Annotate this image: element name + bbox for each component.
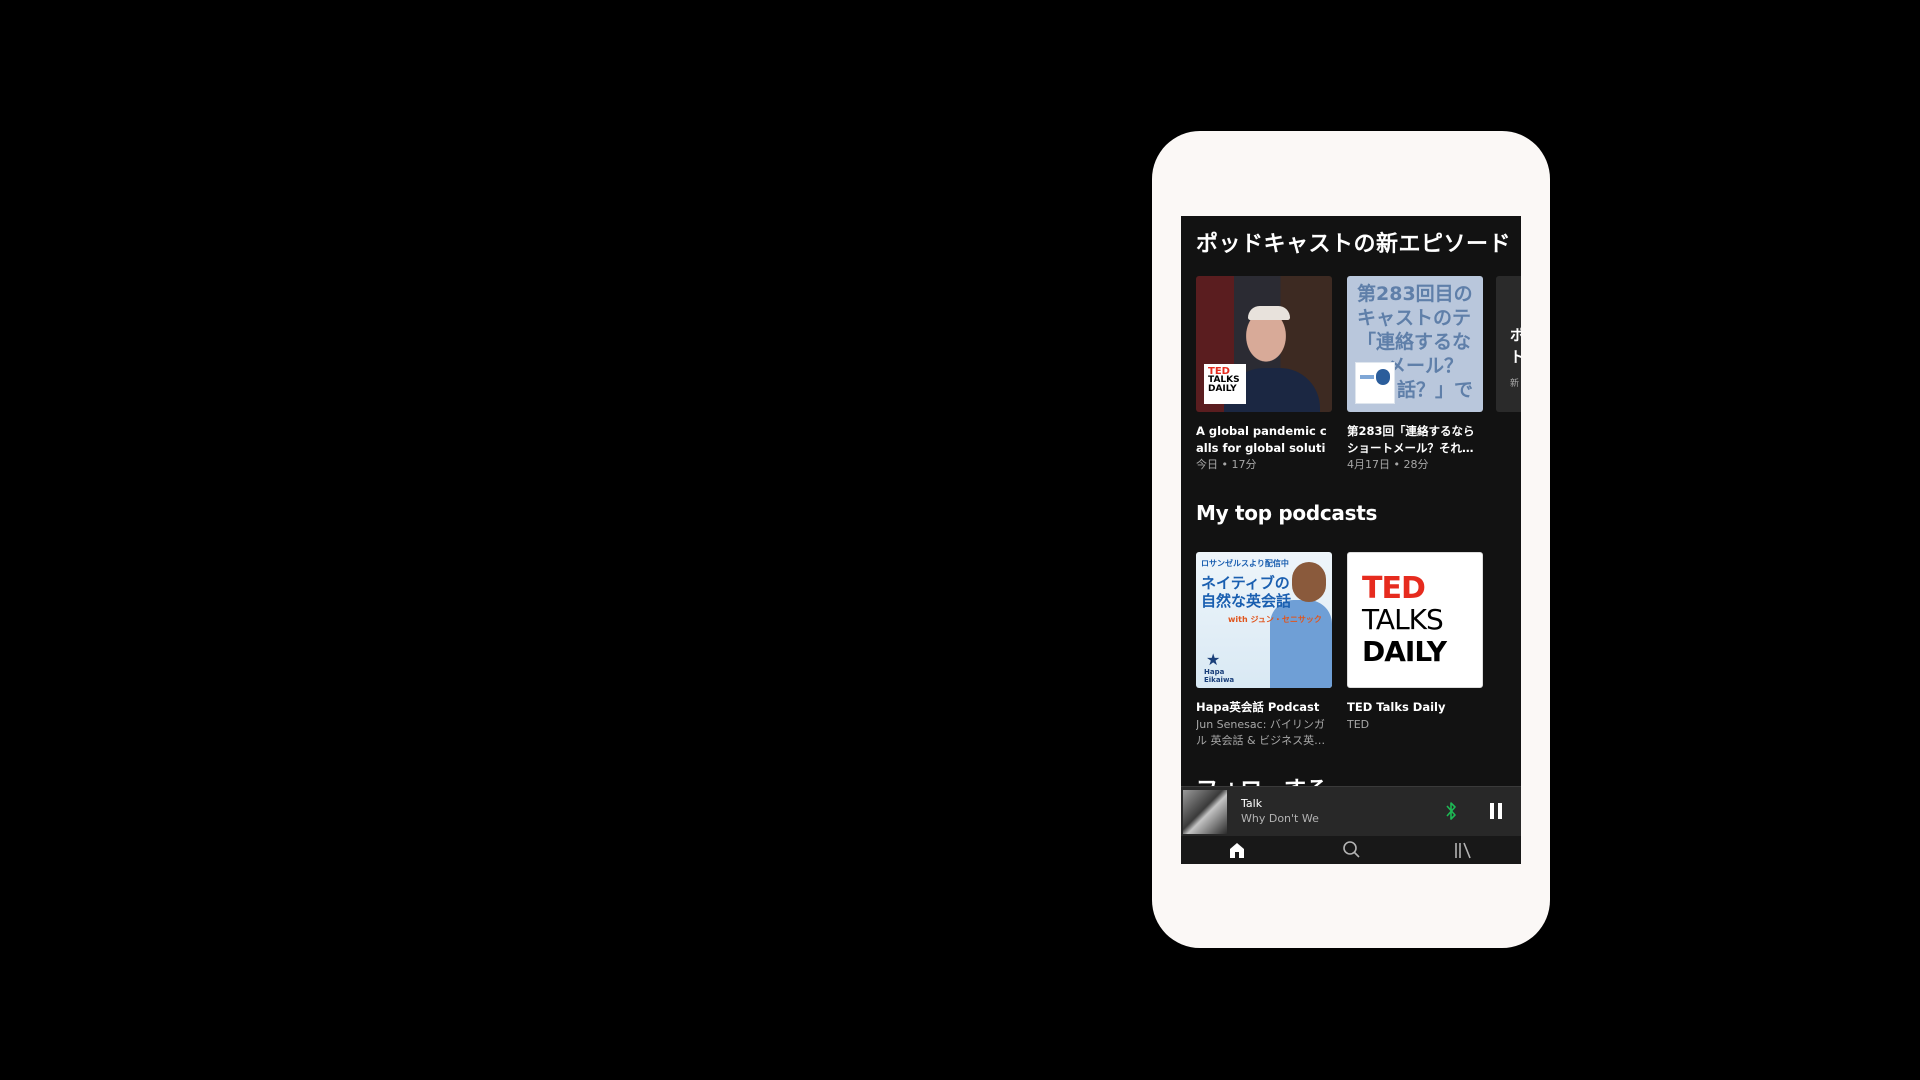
podcast-card[interactable]: ロサンゼルスより配信中 ネイティブの 自然な英会話 with ジュン・セニサック… xyxy=(1196,552,1332,750)
art-line: ネイティブの xyxy=(1201,574,1290,592)
app-screen: ポッドキャストの新エピソード TED TALKS DAILY A global … xyxy=(1181,216,1521,864)
episode-card[interactable]: 第283回目の キャストのテ 「連絡するな メール？ 話？」で 第283回「連絡… xyxy=(1347,276,1483,474)
art-line: 自然な英会話 xyxy=(1201,592,1292,610)
logo-line: Eikaiwa xyxy=(1204,676,1235,684)
ted-badge: TED TALKS DAILY xyxy=(1204,364,1246,404)
podcast-subtitle: Jun Senesac: バイリンガル 英会話 & ビジネス英… xyxy=(1196,717,1326,748)
song-title: Talk xyxy=(1241,797,1263,810)
episode-title: A global pandemic calls for global solut… xyxy=(1196,424,1327,455)
home-icon[interactable] xyxy=(1227,839,1247,861)
search-icon[interactable] xyxy=(1341,839,1361,861)
episode-meta: 4月17日 • 28分 xyxy=(1347,458,1429,471)
artwork-detail xyxy=(1248,306,1290,320)
art-tag: ロサンゼルスより配信中 xyxy=(1201,559,1289,568)
hapa-logo: Hapa Eikaiwa xyxy=(1204,668,1234,684)
podcast-artwork: ロサンゼルスより配信中 ネイティブの 自然な英会話 with ジュン・セニサック… xyxy=(1196,552,1332,688)
episode-card-partial[interactable]: ポ ト 新 xyxy=(1496,276,1521,412)
art-line: キャストのテ xyxy=(1357,307,1472,329)
episode-card[interactable]: TED TALKS DAILY A global pandemic calls … xyxy=(1196,276,1332,474)
artwork-detail xyxy=(1292,562,1326,602)
section-title-top-podcasts: My top podcasts xyxy=(1196,501,1378,525)
mini-player[interactable]: Talk Why Don't We xyxy=(1181,786,1521,837)
podcast-card[interactable]: TED TALKS DAILY TED Talks Daily TED xyxy=(1347,552,1483,733)
artist-name: Why Don't We xyxy=(1241,812,1319,825)
art-line: 「連絡するな xyxy=(1357,331,1472,353)
podcast-subtitle: TED xyxy=(1347,717,1370,731)
podcast-title: TED Talks Daily xyxy=(1347,700,1446,714)
section-title-new-episodes: ポッドキャストの新エピソード xyxy=(1196,232,1512,257)
badge-line: DAILY xyxy=(1208,384,1237,394)
episode-artwork: TED TALKS DAILY xyxy=(1196,276,1332,412)
podcast-title: Hapa英会話 Podcast xyxy=(1196,700,1320,714)
star-icon: ★ xyxy=(1206,650,1221,669)
episode-meta: 今日 • 17分 xyxy=(1196,458,1257,471)
partial-text: ポ xyxy=(1510,326,1521,344)
album-art xyxy=(1183,790,1227,834)
podcast-artwork: TED TALKS DAILY xyxy=(1347,552,1483,688)
art-line: TALKS xyxy=(1362,603,1444,636)
art-with: with ジュン・セニサック xyxy=(1228,615,1322,624)
episode-artwork: 第283回目の キャストのテ 「連絡するな メール？ 話？」で xyxy=(1347,276,1483,412)
logo-line: Hapa xyxy=(1204,668,1225,676)
pause-button[interactable] xyxy=(1489,803,1503,819)
art-line: TED xyxy=(1362,571,1426,606)
podcast-thumbnail xyxy=(1355,362,1395,404)
bluetooth-icon[interactable] xyxy=(1445,800,1457,822)
episode-title: 第283回「連絡するならショートメール？それ… xyxy=(1347,424,1475,455)
tab-bar xyxy=(1181,836,1521,864)
partial-text: 新 xyxy=(1510,379,1520,389)
art-line: 第283回目の xyxy=(1357,283,1473,305)
art-headline: ネイティブの 自然な英会話 xyxy=(1201,574,1291,610)
library-icon[interactable] xyxy=(1453,839,1473,861)
partial-text: ト xyxy=(1510,348,1521,366)
art-line: DAILY xyxy=(1362,635,1447,668)
